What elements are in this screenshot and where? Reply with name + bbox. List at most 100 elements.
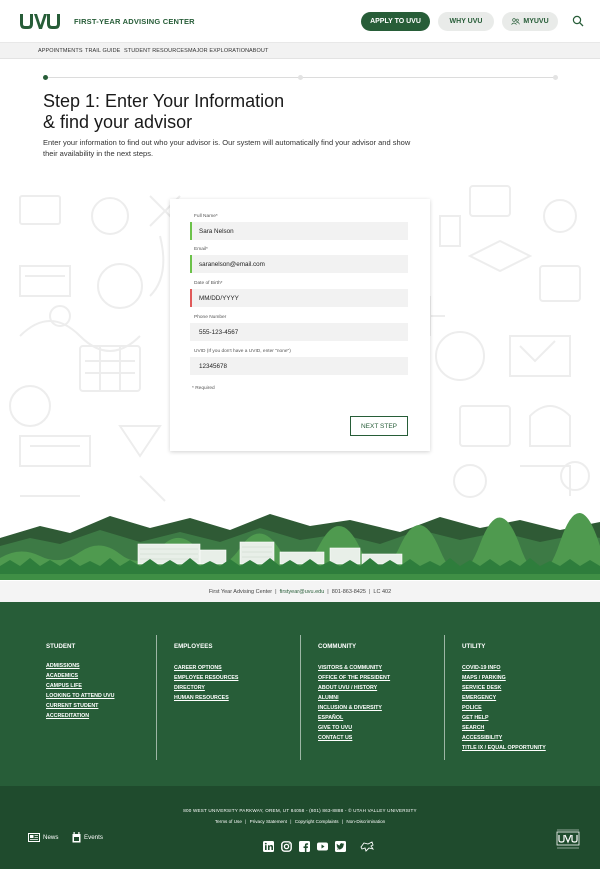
footer-link-police[interactable]: POLICE [462,705,482,711]
events-link[interactable]: Events [72,832,103,843]
progress-step-2 [298,75,303,80]
subnav-item-about[interactable]: ABOUT [249,48,268,54]
news-link[interactable]: News [28,833,58,842]
footer-link-employee-resources[interactable]: EMPLOYEE RESOURCES [174,675,238,681]
site-title[interactable]: FIRST-YEAR ADVISING CENTER [74,17,195,26]
contact-bar: First Year Advising Center | firstyear@u… [0,581,600,602]
twitter-icon[interactable] [335,841,346,852]
phone-field[interactable]: 555-123-4567 [190,323,408,341]
privacy-link[interactable]: Privacy Statement [250,819,287,824]
footer-link-president[interactable]: OFFICE OF THE PRESIDENT [318,675,390,681]
footer-link-current-student[interactable]: CURRENT STUDENT [46,703,98,709]
footer-divider [156,635,157,760]
users-icon [511,18,521,25]
footer-link-campus-life[interactable]: CAMPUS LIFE [46,683,82,689]
contact-center-name: First Year Advising Center [208,588,273,595]
site-header: FIRST-YEAR ADVISING CENTER APPLY TO UVU … [0,0,600,42]
contact-room: LC 402 [373,588,392,595]
contact-phone: 801-863-8425 [331,588,366,595]
footer-heading-community: COMMUNITY [318,643,357,650]
footer-link-contact[interactable]: CONTACT US [318,735,352,741]
facebook-icon[interactable] [299,841,310,852]
legal-separator: | [341,819,344,824]
sub-navigation: APPOINTMENTS TRAIL GUIDE STUDENT RESOURC… [0,42,600,59]
page-description: Enter your information to find out who y… [43,138,411,158]
site-footer: STUDENT ADMISSIONS ACADEMICS CAMPUS LIFE… [0,602,600,786]
next-step-button[interactable]: NEXT STEP [350,416,408,436]
footer-link-emergency[interactable]: EMERGENCY [462,695,496,701]
title-line-2: & find your advisor [43,112,193,132]
instagram-icon[interactable] [281,841,292,852]
footer-heading-utility: UTILITY [462,643,486,650]
footer-link-title-ix[interactable]: TITLE IX / EQUAL OPPORTUNITY [462,745,546,751]
events-label: Events [84,834,103,841]
subnav-item-student-resources[interactable]: STUDENT RESOURCES [124,48,188,54]
terms-link[interactable]: Terms of Use [215,819,242,824]
page-title: Step 1: Enter Your Information & find yo… [43,91,363,133]
email-label: Email* [194,247,208,252]
subnav-item-major-exploration[interactable]: MAJOR EXPLORATION [188,48,249,54]
uvu-logo[interactable] [19,13,61,30]
footer-heading-employees: EMPLOYEES [174,643,213,650]
footer-divider [444,635,445,760]
news-label: News [43,834,59,841]
newspaper-icon [28,833,40,842]
search-icon[interactable] [572,15,584,27]
uvid-label: UVID (If you don't have a UVID, enter "n… [194,349,291,354]
dob-label: Date of Birth* [194,281,223,286]
footer-link-admissions[interactable]: ADMISSIONS [46,663,80,669]
contact-separator: | [368,588,371,595]
linkedin-icon[interactable] [263,841,274,852]
contact-separator: | [275,588,277,595]
footer-link-visitors[interactable]: VISITORS & COMMUNITY [318,665,382,671]
footer-link-give[interactable]: GIVE TO UVU [318,725,352,731]
contact-separator: | [327,588,329,595]
progress-step-3 [553,75,558,80]
apply-button[interactable]: APPLY TO UVU [361,12,430,31]
footer-link-covid[interactable]: COVID-19 INFO [462,665,501,671]
youtube-icon[interactable] [317,841,328,852]
dob-field[interactable]: MM/DD/YYYY [190,289,408,307]
footer-link-service-desk[interactable]: SERVICE DESK [462,685,501,691]
footer-link-about-history[interactable]: ABOUT UVU / HISTORY [318,685,377,691]
non-discrimination-link[interactable]: Non-Discrimination [346,819,385,824]
myuvu-button[interactable]: MYUVU [502,12,558,31]
uvu-footer-logo[interactable] [555,826,581,852]
footer-link-espanol[interactable]: ESPAÑOL [318,715,343,721]
university-address: 800 WEST UNIVERSITY PARKWAY, OREM, UT 84… [183,808,417,813]
footer-link-career-options[interactable]: CAREER OPTIONS [174,665,222,671]
footer-link-maps-parking[interactable]: MAPS / PARKING [462,675,506,681]
legal-separator: | [290,819,292,824]
footer-link-inclusion[interactable]: INCLUSION & DIVERSITY [318,705,382,711]
footer-heading-student: STUDENT [46,643,76,650]
footer-link-human-resources[interactable]: HUMAN RESOURCES [174,695,229,701]
footer-link-academics[interactable]: ACADEMICS [46,673,78,679]
required-note: * Required [192,386,215,391]
full-name-label: Full Name* [194,214,218,219]
calendar-icon [72,832,81,843]
subnav-item-appointments[interactable]: APPOINTMENTS [38,48,83,54]
advisor-form-card: Full Name* Sara Nelson Email* saranelson… [170,199,430,451]
footer-link-directory[interactable]: DIRECTORY [174,685,205,691]
uvid-field[interactable]: 12345678 [190,357,408,375]
myuvu-label: MYUVU [523,18,549,25]
footer-link-accessibility[interactable]: ACCESSIBILITY [462,735,502,741]
full-name-field[interactable]: Sara Nelson [190,222,408,240]
legal-links: Terms of Use | Privacy Statement | Copyr… [0,819,600,824]
footer-link-accreditation[interactable]: ACCREDITATION [46,713,89,719]
footer-link-alumni[interactable]: ALUMNI [318,695,339,701]
contact-email-link[interactable]: firstyear@uvu.edu [280,589,325,595]
why-uvu-button[interactable]: WHY UVU [438,12,494,31]
footer-divider [300,635,301,760]
copyright-link[interactable]: Copyright Complaints [295,819,339,824]
footer-bottom-bar: 800 WEST UNIVERSITY PARKWAY, OREM, UT 84… [0,786,600,869]
subnav-item-trail-guide[interactable]: TRAIL GUIDE [85,48,120,54]
footer-link-search[interactable]: SEARCH [462,725,484,731]
phone-label: Phone Number [194,315,227,320]
footer-link-looking-to-attend[interactable]: LOOKING TO ATTEND UVU [46,693,114,699]
footer-link-get-help[interactable]: GET HELP [462,715,489,721]
campus-mountain-illustration [0,512,600,580]
wolverine-mascot-icon[interactable] [360,841,374,852]
email-field[interactable]: saranelson@email.com [190,255,408,273]
legal-separator: | [245,819,247,824]
